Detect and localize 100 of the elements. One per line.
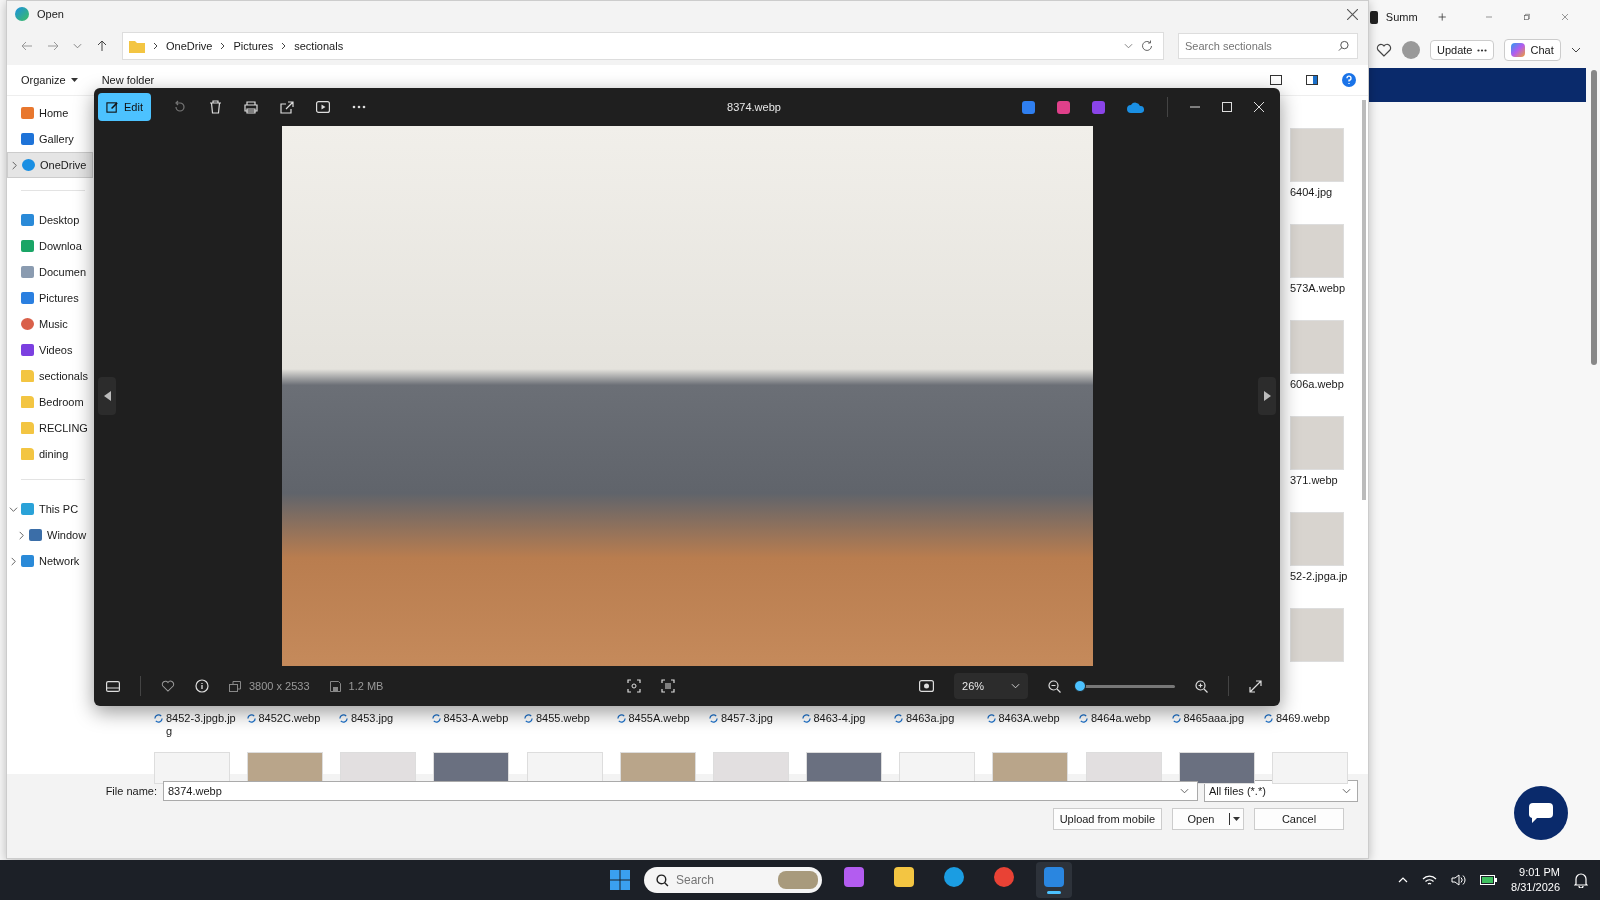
sidebar-item[interactable]: Music	[7, 311, 93, 337]
dialog-button[interactable]: Cancel	[1254, 808, 1344, 830]
file-name[interactable]: 8464a.webp	[1079, 712, 1163, 738]
sidebar-item[interactable]: Network	[7, 548, 93, 574]
browser-tab[interactable]: Summ	[1385, 11, 1418, 23]
sidebar-item[interactable]: This PC	[7, 496, 93, 522]
chevron-up-icon[interactable]	[1398, 877, 1409, 883]
restore-icon[interactable]	[1524, 12, 1530, 22]
clock-date[interactable]: 8/31/2026	[1511, 880, 1560, 895]
pane-icon[interactable]	[1306, 75, 1318, 85]
file-name[interactable]: 52-2.jpga.jp	[1290, 570, 1354, 582]
chevron-right-icon[interactable]	[17, 530, 26, 540]
back-arrow-icon[interactable]	[21, 40, 33, 52]
file-name[interactable]: 8453.jpg	[339, 712, 423, 738]
scrollbar[interactable]	[1362, 100, 1366, 500]
sidebar-item[interactable]: RECLING	[7, 415, 93, 441]
refresh-icon[interactable]	[1141, 40, 1153, 52]
app-icon[interactable]	[1092, 100, 1105, 114]
sidebar-item[interactable]: Pictures	[7, 285, 93, 311]
info-icon[interactable]	[195, 679, 209, 693]
file-name[interactable]: 8455.webp	[524, 712, 608, 738]
thumbnail[interactable]	[1271, 752, 1348, 784]
dialog-button[interactable]: Upload from mobile	[1052, 808, 1162, 830]
thumbnail[interactable]	[1290, 608, 1344, 662]
file-name[interactable]: 8463-4.jpg	[801, 712, 886, 738]
forward-arrow-icon[interactable]	[47, 40, 59, 52]
thumbnail[interactable]	[154, 752, 230, 784]
edit-button[interactable]: Edit	[98, 93, 151, 121]
sidebar-item[interactable]: OneDrive	[7, 152, 93, 178]
fullscreen-icon[interactable]	[1249, 679, 1262, 693]
breadcrumb[interactable]: sectionals	[294, 40, 344, 52]
delete-icon[interactable]	[208, 100, 222, 114]
file-name[interactable]: 8457-3.jpg	[709, 712, 793, 738]
breadcrumb[interactable]: Pictures	[233, 40, 274, 52]
address-bar[interactable]: OneDrive Pictures sectionals	[122, 32, 1164, 60]
battery-icon[interactable]	[1480, 875, 1498, 885]
sidebar-item[interactable]: Home	[7, 100, 93, 126]
sidebar-item[interactable]: Gallery	[7, 126, 93, 152]
breadcrumb[interactable]: OneDrive	[166, 40, 213, 52]
thumbnail[interactable]	[1290, 416, 1344, 470]
chevron-down-icon[interactable]	[1570, 47, 1581, 53]
chevron-right-icon[interactable]	[9, 556, 18, 566]
search-field[interactable]: Search sectionals	[1178, 33, 1358, 59]
open-split-button[interactable]: Open	[1172, 808, 1244, 830]
chevron-right-icon[interactable]	[10, 160, 19, 170]
heart-icon[interactable]	[161, 680, 175, 692]
start-icon[interactable]	[610, 870, 630, 890]
help-icon[interactable]	[1342, 73, 1356, 87]
chat-button[interactable]: Chat	[1504, 39, 1561, 61]
print-icon[interactable]	[243, 100, 258, 114]
sidebar-item[interactable]: sectionals	[7, 363, 93, 389]
file-name[interactable]: 8465aaa.jpg	[1171, 712, 1256, 738]
file-name[interactable]: 6404.jpg	[1290, 186, 1354, 198]
fit-icon[interactable]	[919, 680, 934, 692]
thumbnail[interactable]	[899, 752, 976, 784]
view-icon[interactable]	[1270, 75, 1282, 85]
file-name[interactable]: 8455A.webp	[616, 712, 701, 738]
thumbnail[interactable]	[1290, 320, 1344, 374]
thumbnail[interactable]	[1290, 224, 1344, 278]
update-button[interactable]: Update	[1430, 40, 1495, 60]
wifi-icon[interactable]	[1422, 874, 1438, 886]
slider-thumb[interactable]	[1074, 679, 1086, 692]
file-name[interactable]: 8463A.webp	[986, 712, 1071, 738]
file-name[interactable]: 8453-A.webp	[431, 712, 516, 738]
file-name[interactable]: 8463a.jpg	[894, 712, 978, 738]
thumbnail[interactable]	[712, 752, 789, 784]
file-name[interactable]: 606a.webp	[1290, 378, 1354, 390]
sidebar-item[interactable]: Bedroom	[7, 389, 93, 415]
thumbnail[interactable]	[433, 752, 510, 784]
sidebar-item[interactable]: Videos	[7, 337, 93, 363]
zoom-in-icon[interactable]	[1195, 679, 1208, 693]
notification-bell-icon[interactable]	[1574, 872, 1588, 888]
zoom-out-icon[interactable]	[1048, 679, 1061, 693]
scan-icon[interactable]	[627, 679, 642, 693]
file-name[interactable]: 573A.webp	[1290, 282, 1354, 294]
file-name[interactable]: 8452C.webp	[246, 712, 331, 738]
photos-taskbar-button[interactable]	[1036, 862, 1072, 898]
sidebar-item[interactable]: dining	[7, 441, 93, 467]
filmstrip-icon[interactable]	[106, 680, 120, 692]
close-icon[interactable]	[1347, 8, 1358, 20]
file-name[interactable]: 371.webp	[1290, 474, 1354, 486]
more-icon[interactable]	[351, 105, 366, 109]
rotate-icon[interactable]	[172, 100, 187, 114]
thumbnail[interactable]	[619, 752, 696, 784]
thumbnail[interactable]	[806, 752, 883, 784]
sidebar-item[interactable]: Documen	[7, 259, 93, 285]
zoom-dropdown[interactable]: 26%	[954, 673, 1028, 699]
thumbnail[interactable]	[247, 752, 324, 784]
thumbnail[interactable]	[340, 752, 417, 784]
sidebar-item[interactable]: Window	[7, 522, 93, 548]
share-icon[interactable]	[279, 100, 294, 114]
organize-button[interactable]: Organize	[21, 74, 78, 86]
new-folder-button[interactable]: New folder	[101, 74, 155, 86]
clock-time[interactable]: 9:01 PM	[1519, 865, 1560, 880]
app-icon[interactable]	[1057, 100, 1070, 114]
up-arrow-icon[interactable]	[96, 40, 108, 52]
scrollbar[interactable]	[1591, 70, 1597, 365]
thumbnail[interactable]	[1085, 752, 1162, 784]
thumbnail[interactable]	[992, 752, 1069, 784]
file-name-field[interactable]: 8374.webp	[163, 781, 1198, 801]
